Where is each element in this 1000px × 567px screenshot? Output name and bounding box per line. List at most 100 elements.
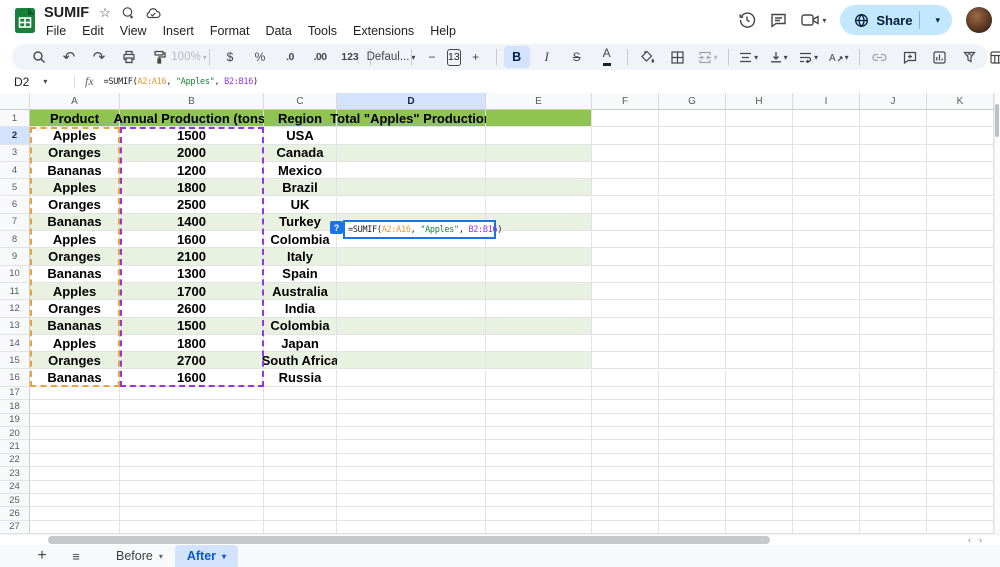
- cell-D26[interactable]: [337, 507, 486, 520]
- cell-B8[interactable]: 1600: [120, 231, 264, 248]
- search-icon[interactable]: [26, 46, 52, 68]
- cell-A13[interactable]: Bananas: [30, 318, 120, 335]
- cell-C7[interactable]: Turkey: [264, 214, 337, 231]
- row-header-19[interactable]: 19: [0, 414, 30, 427]
- row-header-24[interactable]: 24: [0, 481, 30, 494]
- paint-format-icon[interactable]: [146, 46, 172, 68]
- cell-C3[interactable]: Canada: [264, 145, 337, 162]
- scroll-arrows-icon[interactable]: ‹›: [968, 535, 990, 545]
- cell-E11[interactable]: [486, 283, 592, 300]
- cell-G27[interactable]: [659, 521, 726, 534]
- cell-J18[interactable]: [860, 400, 927, 413]
- cell-B10[interactable]: 1300: [120, 266, 264, 283]
- cell-A12[interactable]: Oranges: [30, 300, 120, 317]
- cell-J24[interactable]: [860, 481, 927, 494]
- cell-F25[interactable]: [592, 494, 659, 507]
- cell-A20[interactable]: [30, 427, 120, 440]
- cell-C13[interactable]: Colombia: [264, 318, 337, 335]
- cell-G19[interactable]: [659, 414, 726, 427]
- cell-H23[interactable]: [726, 467, 793, 480]
- cell-B9[interactable]: 2100: [120, 248, 264, 265]
- cell-D23[interactable]: [337, 467, 486, 480]
- cell-F17[interactable]: [592, 387, 659, 400]
- column-header-E[interactable]: E: [486, 93, 592, 110]
- menu-insert[interactable]: Insert: [155, 22, 202, 40]
- cell-K11[interactable]: [927, 283, 994, 300]
- font-selector[interactable]: Defaul...▾: [378, 46, 404, 68]
- cell-B25[interactable]: [120, 494, 264, 507]
- cell-K18[interactable]: [927, 400, 994, 413]
- row-header-25[interactable]: 25: [0, 494, 30, 507]
- cell-C1[interactable]: Region: [264, 110, 337, 127]
- cell-E25[interactable]: [486, 494, 592, 507]
- cell-A10[interactable]: Bananas: [30, 266, 120, 283]
- cell-I11[interactable]: [793, 283, 860, 300]
- cell-C23[interactable]: [264, 467, 337, 480]
- cell-H2[interactable]: [726, 127, 793, 144]
- cell-K6[interactable]: [927, 197, 994, 214]
- row-header-16[interactable]: 16: [0, 370, 30, 387]
- row-header-27[interactable]: 27: [0, 521, 30, 534]
- strikethrough-icon[interactable]: S: [564, 46, 590, 68]
- column-header-D[interactable]: D: [337, 93, 486, 110]
- column-header-J[interactable]: J: [860, 93, 927, 110]
- cell-H9[interactable]: [726, 248, 793, 265]
- menu-view[interactable]: View: [112, 22, 155, 40]
- cell-J19[interactable]: [860, 414, 927, 427]
- cell-I27[interactable]: [793, 521, 860, 534]
- cell-G22[interactable]: [659, 454, 726, 467]
- cell-E12[interactable]: [486, 300, 592, 317]
- cell-H1[interactable]: [726, 110, 793, 127]
- cell-F1[interactable]: [592, 110, 659, 127]
- cell-D20[interactable]: [337, 427, 486, 440]
- cell-K21[interactable]: [927, 440, 994, 453]
- cell-F22[interactable]: [592, 454, 659, 467]
- cell-I24[interactable]: [793, 481, 860, 494]
- cell-A7[interactable]: Bananas: [30, 214, 120, 231]
- row-header-2[interactable]: 2: [0, 127, 30, 144]
- row-header-7[interactable]: 7: [0, 214, 30, 231]
- cell-B22[interactable]: [120, 454, 264, 467]
- cell-F23[interactable]: [592, 467, 659, 480]
- cell-H4[interactable]: [726, 162, 793, 179]
- row-header-22[interactable]: 22: [0, 454, 30, 467]
- row-header-4[interactable]: 4: [0, 162, 30, 179]
- cell-H21[interactable]: [726, 440, 793, 453]
- cell-K20[interactable]: [927, 427, 994, 440]
- cell-K7[interactable]: [927, 214, 994, 231]
- cell-F16[interactable]: [592, 370, 659, 387]
- currency-format-icon[interactable]: $: [217, 46, 243, 68]
- cell-K9[interactable]: [927, 248, 994, 265]
- cell-E22[interactable]: [486, 454, 592, 467]
- cell-B3[interactable]: 2000: [120, 145, 264, 162]
- cell-B7[interactable]: 1400: [120, 214, 264, 231]
- cell-B17[interactable]: [120, 387, 264, 400]
- cell-D4[interactable]: [337, 162, 486, 179]
- percent-format-icon[interactable]: %: [247, 46, 273, 68]
- cell-J16[interactable]: [860, 370, 927, 387]
- row-header-9[interactable]: 9: [0, 248, 30, 265]
- cell-C19[interactable]: [264, 414, 337, 427]
- cell-K27[interactable]: [927, 521, 994, 534]
- cell-I23[interactable]: [793, 467, 860, 480]
- cell-E24[interactable]: [486, 481, 592, 494]
- cell-I16[interactable]: [793, 370, 860, 387]
- table-views-icon[interactable]: ▾: [987, 46, 1000, 68]
- cell-E17[interactable]: [486, 387, 592, 400]
- cell-F9[interactable]: [592, 248, 659, 265]
- cell-H22[interactable]: [726, 454, 793, 467]
- cell-G4[interactable]: [659, 162, 726, 179]
- cell-J5[interactable]: [860, 179, 927, 196]
- row-header-6[interactable]: 6: [0, 197, 30, 214]
- cell-G14[interactable]: [659, 335, 726, 352]
- cell-H16[interactable]: [726, 370, 793, 387]
- cell-E26[interactable]: [486, 507, 592, 520]
- cell-F11[interactable]: [592, 283, 659, 300]
- cell-J25[interactable]: [860, 494, 927, 507]
- cell-A19[interactable]: [30, 414, 120, 427]
- cell-J8[interactable]: [860, 231, 927, 248]
- cell-I14[interactable]: [793, 335, 860, 352]
- cell-H10[interactable]: [726, 266, 793, 283]
- cell-I1[interactable]: [793, 110, 860, 127]
- cell-A16[interactable]: Bananas: [30, 370, 120, 387]
